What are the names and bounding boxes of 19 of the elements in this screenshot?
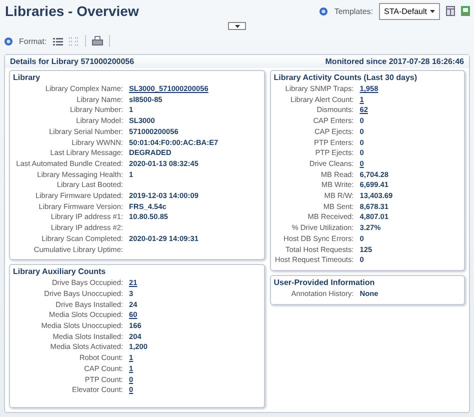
page-title: Libraries - Overview [5, 3, 140, 19]
monitored-since: Monitored since 2017-07-28 16:26:46 [325, 57, 464, 66]
panel-title: Library Activity Counts (Last 30 days) [274, 73, 418, 82]
caret-icon [430, 10, 435, 12]
panel-title: Library Auxiliary Counts [13, 267, 107, 276]
templates-label: Templates: [334, 6, 374, 16]
details-title: Details for Library 571000200056 [10, 57, 134, 66]
layout-icon[interactable] [446, 6, 455, 16]
export-icon[interactable] [461, 6, 470, 16]
list-view-icon[interactable] [52, 36, 63, 46]
help-icon[interactable] [4, 36, 13, 46]
format-label: Format: [19, 36, 47, 46]
caret-icon [234, 24, 240, 28]
panel-title: User-Provided Information [274, 278, 376, 287]
panel-title: Library [13, 73, 42, 82]
help-icon[interactable] [319, 6, 328, 16]
template-select[interactable]: STA-Default [379, 2, 440, 20]
expand-button[interactable] [228, 22, 246, 30]
print-icon[interactable] [92, 36, 103, 46]
